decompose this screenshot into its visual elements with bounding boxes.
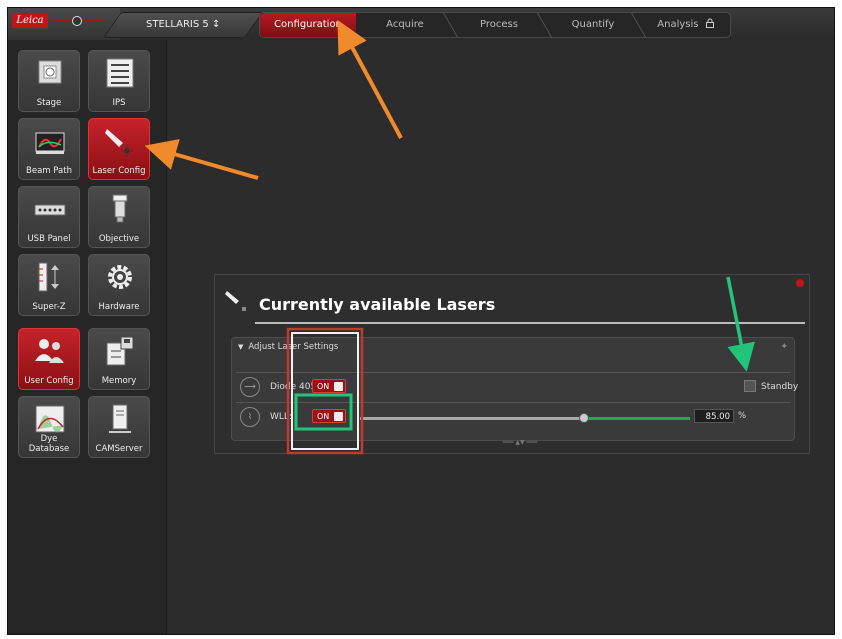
tab-acquire[interactable]: Acquire [360,13,450,37]
beam-path-icon [35,132,65,154]
section-header[interactable]: ▼ Adjust Laser Settings [238,342,338,352]
tab-analysis-label: Analysis [657,19,699,30]
title-divider [255,322,805,324]
tool-hardware-label: Hardware [98,302,140,312]
laser-diode-405-toggle[interactable]: ON [312,379,346,393]
top-toolbar: Leica STELLARIS 5 ↕ Configuration Acquir… [8,8,834,40]
usb-panel-icon [34,204,66,216]
tool-memory[interactable]: Memory [88,328,150,390]
adjust-laser-settings-section: ▼ Adjust Laser Settings ✦ ⟶ Diode 405: ON… [231,337,798,446]
panel-info-icon[interactable] [796,279,804,287]
tool-dye-database[interactable]: Dye Database [18,396,80,458]
wll-power-slider[interactable] [360,413,690,423]
application-window: Leica STELLARIS 5 ↕ Configuration Acquir… [7,7,835,635]
tab-quantify-label: Quantify [571,19,615,30]
tool-memory-label: Memory [101,376,137,386]
tool-ips-label: IPS [112,98,126,108]
stage-icon [38,60,62,84]
tool-laser-config-label: Laser Config [92,166,146,176]
laser-pen-icon [225,291,246,311]
wll-value-input[interactable]: 85.00 [694,409,734,423]
laser-diode-icon: ⟶ [240,377,260,397]
section-header-label: Adjust Laser Settings [248,342,339,352]
chevron-down-icon: ▼ [238,343,244,351]
tool-user-config[interactable]: User Config [18,328,80,390]
laser-config-panel: Currently available Lasers ▼ Adjust Laser… [214,274,810,454]
ips-icon [106,58,134,88]
memory-icon [106,336,134,366]
tool-objective[interactable]: Objective [88,186,150,248]
tool-hardware[interactable]: Hardware [88,254,150,316]
tab-process[interactable]: Process [454,13,544,37]
wll-unit-label: % [738,411,747,421]
tab-configuration-label: Configuration [274,19,342,30]
tab-acquire-label: Acquire [386,19,424,30]
tool-user-config-label: User Config [24,376,74,386]
tool-camserver-label: CAMServer [95,444,143,454]
brightness-slider-knob[interactable] [72,16,82,26]
gear-icon [108,265,132,289]
toggle-state-label: ON [317,412,330,421]
panel-title: Currently available Lasers [259,295,496,314]
tab-quantify[interactable]: Quantify [548,13,638,37]
standby-checkbox[interactable] [744,380,756,392]
tab-process-label: Process [480,19,518,30]
tool-super-z-label: Super-Z [32,302,66,312]
laser-name: WLL: [270,412,292,422]
device-selector[interactable]: STELLARIS 5 ↕ [102,12,264,38]
dye-database-icon [35,405,65,433]
tool-usb-panel-label: USB Panel [27,234,71,244]
tool-beam-path-label: Beam Path [26,166,72,176]
standby-label: Standby [761,382,799,392]
tool-super-z[interactable]: Super-Z [18,254,80,316]
leica-logo: Leica [12,14,48,28]
tool-usb-panel[interactable]: USB Panel [18,186,80,248]
toggle-knob [334,412,343,421]
toggle-knob [334,382,343,391]
camserver-icon [109,404,131,433]
device-selector-label: STELLARIS 5 ↕ [145,19,221,30]
objective-icon [112,194,128,223]
super-z-icon [38,262,59,292]
laser-wll-toggle[interactable]: ON [312,409,346,423]
laser-config-icon [105,129,133,157]
tool-dye-database-label: Dye Database [28,434,70,454]
user-config-icon [35,339,64,363]
tab-configuration[interactable]: Configuration [260,13,356,37]
tool-ips[interactable]: IPS [88,50,150,112]
configuration-tools-panel: Stage IPS Beam Path Laser Config USB Pan… [8,40,167,634]
tool-laser-config[interactable]: Laser Config [88,118,150,180]
pin-icon[interactable]: ✦ [780,342,788,352]
tab-analysis[interactable]: Analysis [642,13,730,37]
workflow-steps: Configuration Acquire Process Quantify A… [259,12,731,38]
tool-stage-label: Stage [36,98,62,108]
tool-camserver[interactable]: CAMServer [88,396,150,458]
tool-stage[interactable]: Stage [18,50,80,112]
laser-row-wll: ⌇ WLL: ON 85.00 % ━━━ ▲▼ ━━━ [236,402,790,446]
expand-handle-icon[interactable]: ━━━ ▲▼ ━━━ [490,439,550,446]
laser-wll-icon: ⌇ [240,407,260,427]
tool-objective-label: Objective [98,234,140,244]
wll-slider-fill [584,417,690,420]
laser-row-diode-405: ⟶ Diode 405: ON Standby [236,372,798,403]
tool-beam-path[interactable]: Beam Path [18,118,80,180]
toggle-state-label: ON [317,382,330,391]
wll-slider-knob[interactable] [579,413,590,423]
lock-icon [705,18,714,28]
